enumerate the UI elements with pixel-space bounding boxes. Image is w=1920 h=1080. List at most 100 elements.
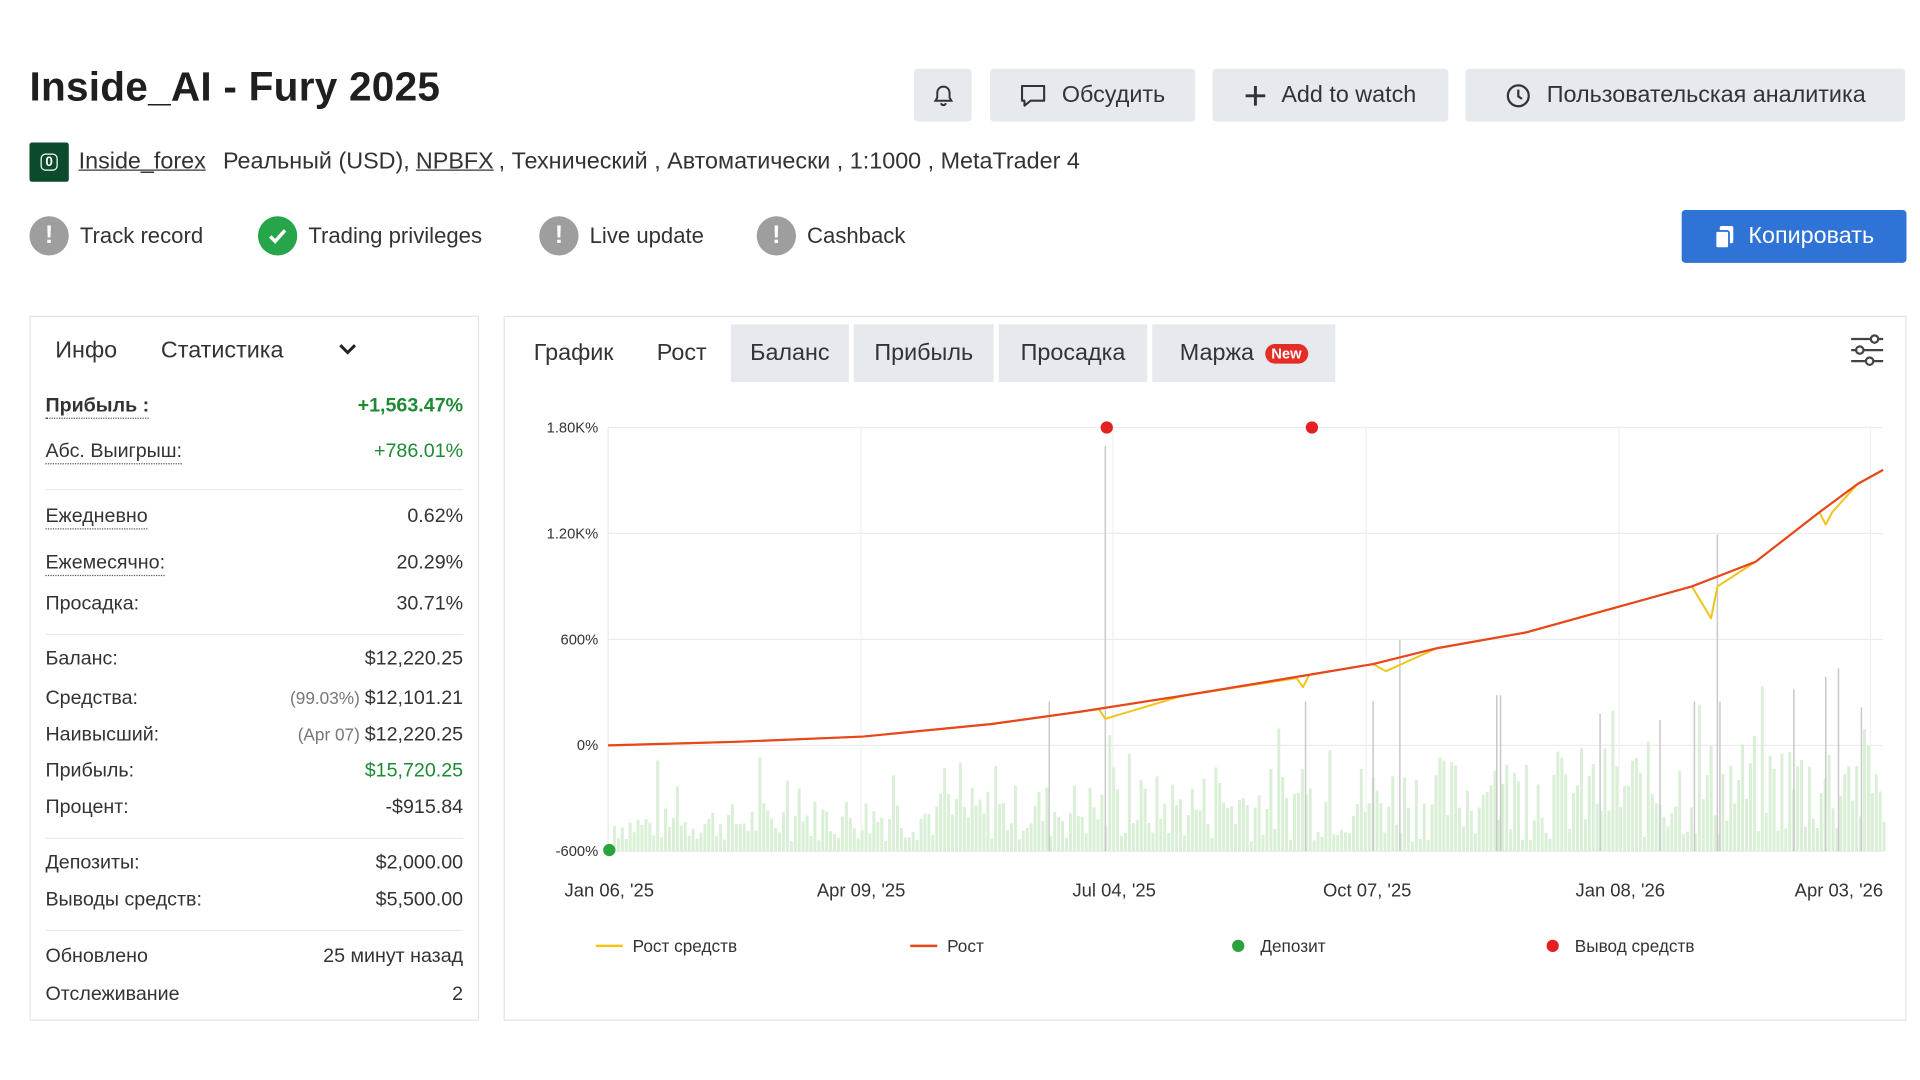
volume-bar	[1623, 786, 1627, 852]
avatar[interactable]: 0	[29, 142, 69, 182]
legend-label: Рост	[947, 936, 984, 956]
volume-bar	[1041, 820, 1045, 852]
volume-bar	[1127, 753, 1131, 852]
broker-link[interactable]: NPBFX	[416, 149, 494, 176]
volume-bar	[1701, 799, 1705, 852]
volume-bar	[817, 840, 821, 852]
volume-bar	[1591, 764, 1595, 852]
legend-swatch	[1232, 939, 1245, 953]
chevron-down-icon[interactable]	[338, 341, 358, 356]
analytics-button[interactable]: Пользовательская аналитика	[1465, 68, 1906, 122]
volume-bar	[778, 832, 782, 852]
volume-bar	[899, 827, 903, 852]
volume-bar	[1123, 832, 1127, 852]
volume-bar	[1768, 755, 1772, 852]
stat-value: $12,220.25	[364, 648, 464, 670]
stat-label[interactable]: Ежедневно	[45, 506, 148, 530]
volume-bar	[860, 830, 864, 852]
tab-balance[interactable]: Баланс	[730, 324, 849, 383]
volume-bar	[1505, 764, 1509, 852]
volume-bar	[660, 837, 664, 852]
volume-bar	[1355, 804, 1359, 852]
volume-bar	[848, 818, 852, 852]
volume-bar	[1194, 809, 1198, 852]
volume-bar	[1741, 744, 1745, 852]
badge-trading-privileges[interactable]: Trading privileges	[257, 216, 482, 256]
stat-label[interactable]: Абс. Выигрыш:	[45, 441, 183, 465]
volume-bar	[664, 808, 668, 852]
volume-bar	[754, 830, 758, 852]
volume-bar	[931, 835, 935, 852]
tab-chart[interactable]: График	[515, 324, 633, 382]
volume-bar	[1646, 741, 1650, 852]
stat-row: Выводы средств: $5,500.00	[45, 889, 463, 911]
legend-label: Депозит	[1260, 936, 1325, 956]
volume-bar	[1631, 760, 1635, 852]
tab-drawdown[interactable]: Просадка	[998, 324, 1148, 383]
tab-info[interactable]: Инфо	[55, 338, 117, 365]
volume-bar	[1320, 836, 1324, 852]
volume-bar	[1469, 810, 1473, 852]
volume-bar	[990, 838, 994, 852]
page-title: Inside_AI - Fury 2025	[29, 63, 441, 110]
volume-bar	[1524, 765, 1528, 852]
author-link[interactable]: Inside_forex	[79, 149, 206, 176]
warning-icon: !	[29, 216, 69, 256]
volume-bar	[797, 788, 801, 852]
volume-bar	[840, 816, 844, 852]
y-tick-label: 0%	[577, 738, 598, 754]
volume-bar	[935, 806, 939, 852]
volume-bar	[703, 823, 707, 852]
comment-icon	[1021, 84, 1046, 107]
tab-statistics[interactable]: Статистика	[161, 338, 284, 365]
stat-label: Средства:	[45, 687, 138, 709]
volume-bar	[1190, 788, 1194, 852]
volume-bar	[644, 819, 648, 852]
stat-row: Отслеживание 2	[45, 984, 463, 1006]
tab-margin-label: Маржа	[1179, 339, 1255, 366]
volume-bar	[683, 821, 687, 852]
volume-bar	[671, 817, 675, 852]
stat-value: $5,500.00	[375, 889, 464, 911]
withdrawal-marker	[1305, 421, 1319, 434]
volume-bar	[1552, 774, 1556, 852]
volume-bar	[1454, 765, 1458, 852]
volume-bar	[1513, 772, 1517, 852]
add-to-watch-button[interactable]: Add to watch	[1212, 68, 1449, 122]
badge-live-update[interactable]: ! Live update	[539, 216, 704, 256]
tab-margin[interactable]: Маржа New	[1152, 324, 1336, 383]
volume-bar	[1442, 760, 1446, 852]
copy-button[interactable]: Копировать	[1681, 210, 1907, 263]
volume-bar	[895, 805, 899, 852]
volume-bar	[821, 809, 825, 852]
volume-bar	[1403, 777, 1407, 852]
volume-bar	[1175, 805, 1179, 852]
stat-label[interactable]: Прибыль :	[45, 396, 150, 419]
volume-bar	[1131, 823, 1135, 852]
volume-bar	[1037, 791, 1041, 852]
volume-bar	[1147, 822, 1151, 852]
stat-value: 25 минут назад	[323, 945, 464, 967]
stat-label: Просадка:	[45, 593, 140, 615]
volume-bar	[1072, 785, 1076, 852]
volume-bar	[1002, 802, 1006, 852]
discuss-button[interactable]: Обсудить	[990, 68, 1196, 122]
notify-button[interactable]	[913, 68, 972, 122]
badge-cashback[interactable]: ! Cashback	[756, 216, 905, 256]
badge-label: Live update	[589, 222, 704, 248]
volume-bar	[1465, 790, 1469, 852]
tab-profit[interactable]: Прибыль	[853, 324, 994, 383]
volume-bar	[652, 835, 656, 852]
badge-track-record[interactable]: ! Track record	[29, 216, 203, 256]
volume-bar	[675, 786, 679, 852]
stat-label[interactable]: Ежемесячно:	[45, 553, 166, 577]
settings-sliders-icon[interactable]	[1849, 332, 1886, 369]
volume-bar	[1815, 828, 1819, 852]
volume-bar	[1827, 755, 1831, 852]
volume-bar	[1182, 835, 1186, 852]
volume-bar	[1029, 823, 1033, 852]
tab-growth[interactable]: Рост	[633, 324, 731, 382]
legend-label: Вывод средств	[1575, 936, 1695, 956]
volume-bar	[947, 793, 951, 852]
volume-bar	[648, 822, 652, 852]
